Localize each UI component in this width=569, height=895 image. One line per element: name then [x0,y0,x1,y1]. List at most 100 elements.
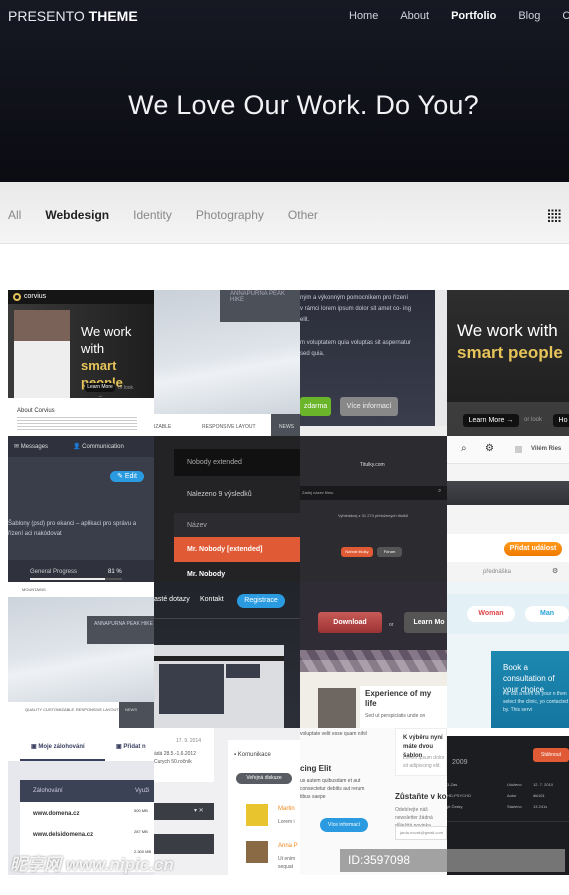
tab-messages[interactable]: Messages [21,444,48,450]
portfolio-item-titulky[interactable]: Titulky.com Zadej název filmu ⌕ Vyhledáv… [300,436,447,582]
body-text: voluptate velit esse quam nihil [300,731,367,737]
filter-all[interactable]: All [8,208,21,222]
tab-label: Přidat n [123,744,146,750]
nav-contact[interactable]: Kontakt [200,596,224,603]
description-text: ným a výkonným pomocníkem pro řízení v r… [300,295,412,323]
portfolio-item-clinic[interactable]: Woman Man Book a consultation of your ch… [447,582,569,728]
filter-photography[interactable]: Photography [196,208,264,222]
woman-button[interactable]: Woman [467,606,515,622]
heading-label: Komunikace [237,752,271,758]
portfolio-item-czech-app[interactable]: ným a výkonným pomocníkem pro řízení v r… [300,290,447,436]
hike-title: ANNAPURNA PEAK HIKE [94,621,153,627]
tab-label: Moje zálohování [38,744,85,750]
portfolio-item-mountains[interactable]: MOUNTAINS ANNAPURNA PEAK HIKE QUALITY CU… [8,582,154,728]
tab-communication[interactable]: Communication [82,444,124,450]
corvius-logo-icon [13,293,21,301]
public-discussion-button[interactable]: Veřejná diskuze [236,773,292,784]
gear-icon[interactable]: ⚙ [552,567,558,575]
list-item[interactable]: Název [187,522,207,529]
register-button[interactable]: Registrace [237,594,285,608]
download-button[interactable]: Download [318,612,382,633]
free-button[interactable]: zdarma [300,397,331,416]
logo-text-light: PRESENTO [8,8,85,24]
edit-button[interactable]: ✎ Edit [110,471,144,482]
hero-line-1: We work with [457,321,558,340]
progress-bar [30,578,122,580]
section-heading: cing Elit [300,764,332,773]
usage-cell: 287 MB [134,829,148,834]
consultation-text: Fill out a form on your n then select th… [503,691,569,713]
domain-cell: www.delsidomena.cz [33,832,94,838]
domain-cell: www.domena.cz [33,811,80,817]
tab-my-backups[interactable]: ▣ Moje zálohování [31,743,85,750]
add-event-button[interactable]: Přidat událost [504,542,562,556]
more-info-button[interactable]: Více informací [320,818,368,832]
portfolio-item-annapurna[interactable]: ANNAPURNA PEAK HIKE IZABLE RESPONSIVE LA… [154,290,300,436]
nav-blog[interactable]: Blog [518,10,540,22]
nav-home[interactable]: Home [349,10,378,22]
details-table: 3-Zas Uloženo 12. 7. 2010 HD-PSYCHO Autor dk… [447,782,554,809]
email-input[interactable]: jarda.novak@gmail.com [400,830,443,835]
or-look-text: or look [524,417,543,423]
feature-label: IZABLE [154,424,172,430]
comment-text: Lorem i [278,819,295,825]
logo[interactable]: PRESENTO THEME [8,8,138,24]
nav-about[interactable]: About [400,10,429,22]
close-icon[interactable]: ▾ ✕ [194,807,204,814]
tab-add[interactable]: ▣ Přidat n [116,743,146,750]
nav-portfolio[interactable]: Portfolio [451,10,496,22]
gear-icon[interactable]: ⚙ [485,443,494,454]
progress-label: General Progress [30,569,78,575]
date-text: 17. 9. 2014 [176,738,202,744]
learn-more-button[interactable]: Learn More → [463,414,519,427]
logo-text-bold: THEME [88,8,138,24]
filter-other[interactable]: Other [288,208,318,222]
feature-label: RESPONSIVE LAYOUT [76,707,119,712]
brand-name: MOUNTAINS [22,587,46,592]
watermark-id: ID:3597098 NO:20131112140840970000 [340,849,565,890]
description-text: m voluptatem quia voluptas sit aspernatu… [300,340,412,357]
site-name: Titulky.com [360,462,385,468]
learn-more-button[interactable]: Learn More → [85,383,115,399]
download-button[interactable]: Stáhnout [533,748,569,762]
filter-webdesign[interactable]: Webdesign [45,208,109,222]
testimonial-text: Sed ut perspiciatis unde on [365,713,426,719]
list-item[interactable]: Nalezeno 9 výsledků [187,491,252,498]
comment-author[interactable]: Anna P [278,843,298,849]
list-item-selected[interactable]: Mr. Nobody [extended] [187,546,262,553]
news-label: NEWS [279,424,294,430]
portfolio-item-dashboard[interactable]: ✉ Messages 👤 Communication ✎ Edit Šablon… [8,436,154,582]
body-text: us autem quibusdam et aut consectetur de… [300,778,365,800]
man-button[interactable]: Man [525,606,569,622]
year-text: 2009 [452,759,468,766]
feature-label: RESPONSIVE LAYOUT [202,424,256,430]
portfolio-item-registration[interactable]: asté dotazy Kontakt Registrace [154,582,300,728]
card-text: Lorem ipsum dolor sit adipiscing elit. [403,755,445,769]
hike-title: ANNAPURNA PEAK HIKE [230,291,286,303]
portfolio-item-community[interactable]: 17. 9. 2014 ádá 28.5.-1.6.2012 Curych 50… [154,728,300,875]
search-input[interactable]: Zadej název filmu [302,490,333,495]
more-info-button[interactable]: Více informací [340,397,398,416]
portfolio-item-search-list[interactable]: Nobody extended Nalezeno 9 výsledků Náze… [154,436,300,582]
search-icon[interactable]: ⌕ [438,488,441,495]
portfolio-item-corvius-zoom[interactable]: We work with smart people Learn More → or… [447,290,569,436]
list-item[interactable]: Nobody extended [187,459,242,466]
grid-view-icon[interactable] [548,209,561,222]
how-button[interactable]: Ho [553,414,569,427]
portfolio-item-download[interactable]: Download or Learn Mo Experience of my li… [300,582,447,728]
nav-contact[interactable]: Co [562,10,569,22]
nav-faq[interactable]: asté dotazy [154,596,190,603]
main-nav: Home About Portfolio Blog Co [349,10,569,22]
filter-identity[interactable]: Identity [133,208,172,222]
portfolio-item-calendar[interactable]: ⌕ ⚙ Vilém Ries Přidat událost přednáška … [447,436,569,582]
list-item[interactable]: Mr. Nobody [187,571,225,578]
user-name[interactable]: Vilém Ries [531,446,561,452]
person-photo [14,310,70,398]
comment-author[interactable]: Martin [278,806,295,812]
forum-button[interactable]: Fórum [377,547,402,557]
hero-title: We Love Our Work. Do You? [128,90,479,120]
upload-button[interactable]: Nahrát titulky [341,547,373,557]
portfolio-item-corvius[interactable]: corvius We work withsmart people Learn M… [8,290,154,436]
search-icon[interactable]: ⌕ [461,443,467,454]
learn-more-button[interactable]: Learn Mo [404,612,447,633]
